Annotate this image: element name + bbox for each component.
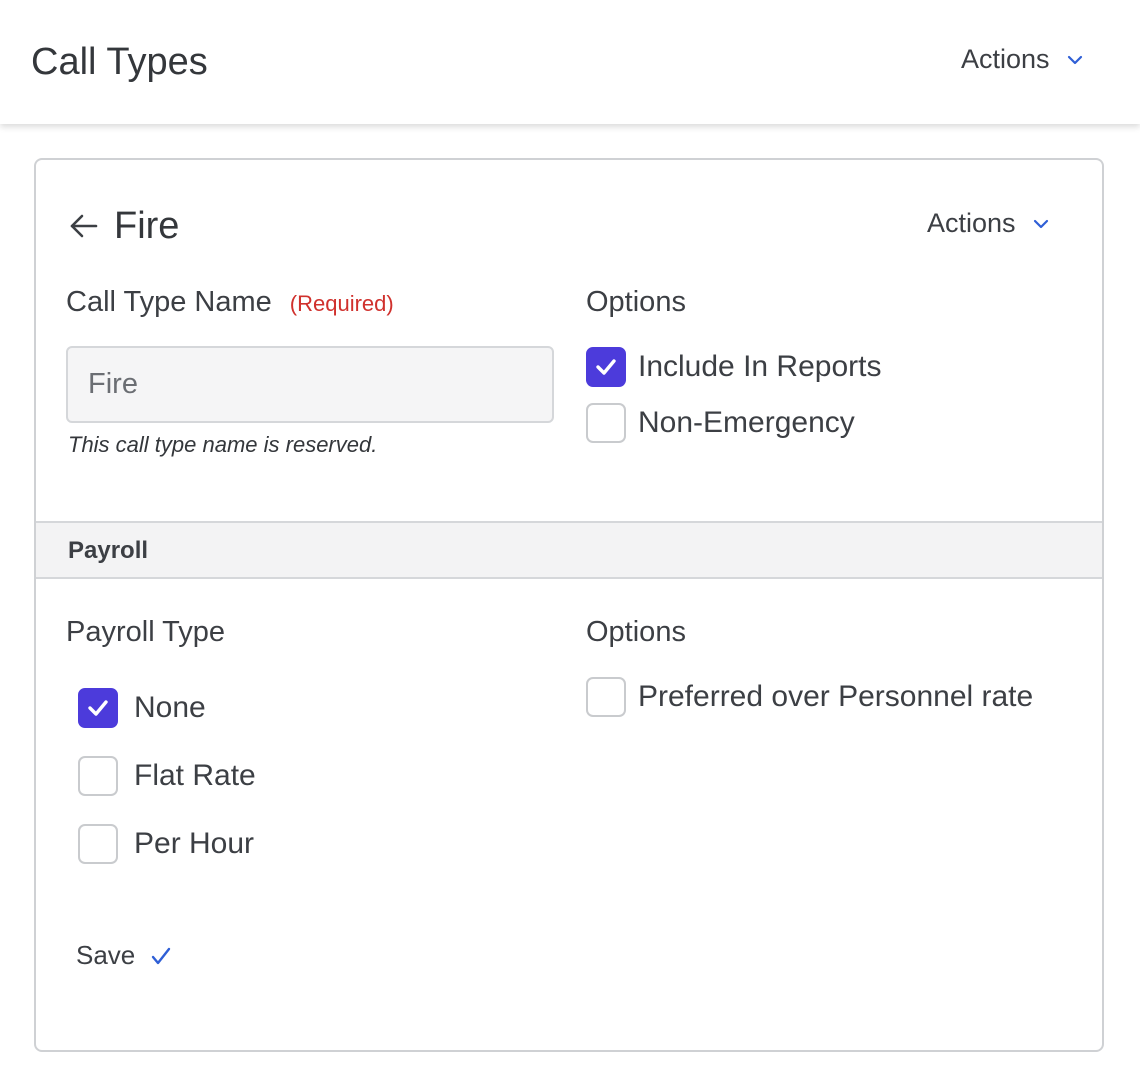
actions-label: Actions [961, 44, 1050, 74]
page-header: Call Types Actions [0, 0, 1140, 124]
checkbox-non-emergency[interactable]: Non-Emergency [586, 403, 855, 443]
checkbox-box[interactable] [78, 756, 118, 796]
options-label: Options [586, 286, 686, 318]
save-button[interactable]: Save [76, 940, 173, 971]
call-type-card: Fire Actions Call Type Name (Required) Th… [34, 158, 1104, 1052]
checkbox-box[interactable] [586, 403, 626, 443]
checkbox-label: Preferred over Personnel rate [638, 680, 1034, 713]
checkmark-icon [88, 700, 108, 716]
payroll-type-none[interactable]: None [78, 688, 206, 728]
payroll-section-header: Payroll [36, 521, 1102, 579]
header-actions-dropdown[interactable]: Actions [961, 44, 1084, 75]
card-actions-dropdown[interactable]: Actions [927, 208, 1050, 239]
checkbox-box[interactable] [586, 677, 626, 717]
checkbox-box[interactable] [78, 824, 118, 864]
checkbox-box[interactable] [78, 688, 118, 728]
call-type-name-label: Call Type Name (Required) [66, 286, 394, 319]
checkbox-preferred-over-personnel-rate[interactable]: Preferred over Personnel rate [586, 677, 1033, 717]
checkbox-label: Non-Emergency [638, 406, 855, 439]
chevron-down-icon [1033, 219, 1048, 228]
call-type-name-input[interactable] [66, 346, 554, 423]
reserved-hint: This call type name is reserved. [68, 432, 378, 457]
page-title: Call Types [31, 41, 208, 83]
required-indicator: (Required) [289, 291, 394, 316]
checkbox-label: Include In Reports [638, 350, 882, 383]
checkbox-include-in-reports[interactable]: Include In Reports [586, 347, 881, 387]
checkbox-label: Flat Rate [134, 759, 256, 792]
chevron-down-icon [1067, 55, 1082, 64]
payroll-type-label: Payroll Type [66, 616, 226, 648]
checkbox-label: Per Hour [134, 827, 255, 860]
card-title: Fire [114, 205, 180, 247]
checkbox-box[interactable] [586, 347, 626, 387]
card-header: Fire [68, 204, 179, 248]
checkmark-icon [152, 947, 171, 964]
checkmark-icon [596, 359, 616, 375]
payroll-type-flat-rate[interactable]: Flat Rate [78, 756, 256, 796]
checkbox-label: None [134, 691, 206, 724]
field-label-text: Call Type Name [66, 286, 272, 318]
actions-label: Actions [927, 208, 1016, 238]
save-label: Save [76, 940, 136, 970]
arrow-left-icon[interactable] [68, 210, 100, 242]
payroll-options-label: Options [586, 616, 686, 648]
section-title: Payroll [68, 537, 149, 564]
payroll-type-per-hour[interactable]: Per Hour [78, 824, 254, 864]
